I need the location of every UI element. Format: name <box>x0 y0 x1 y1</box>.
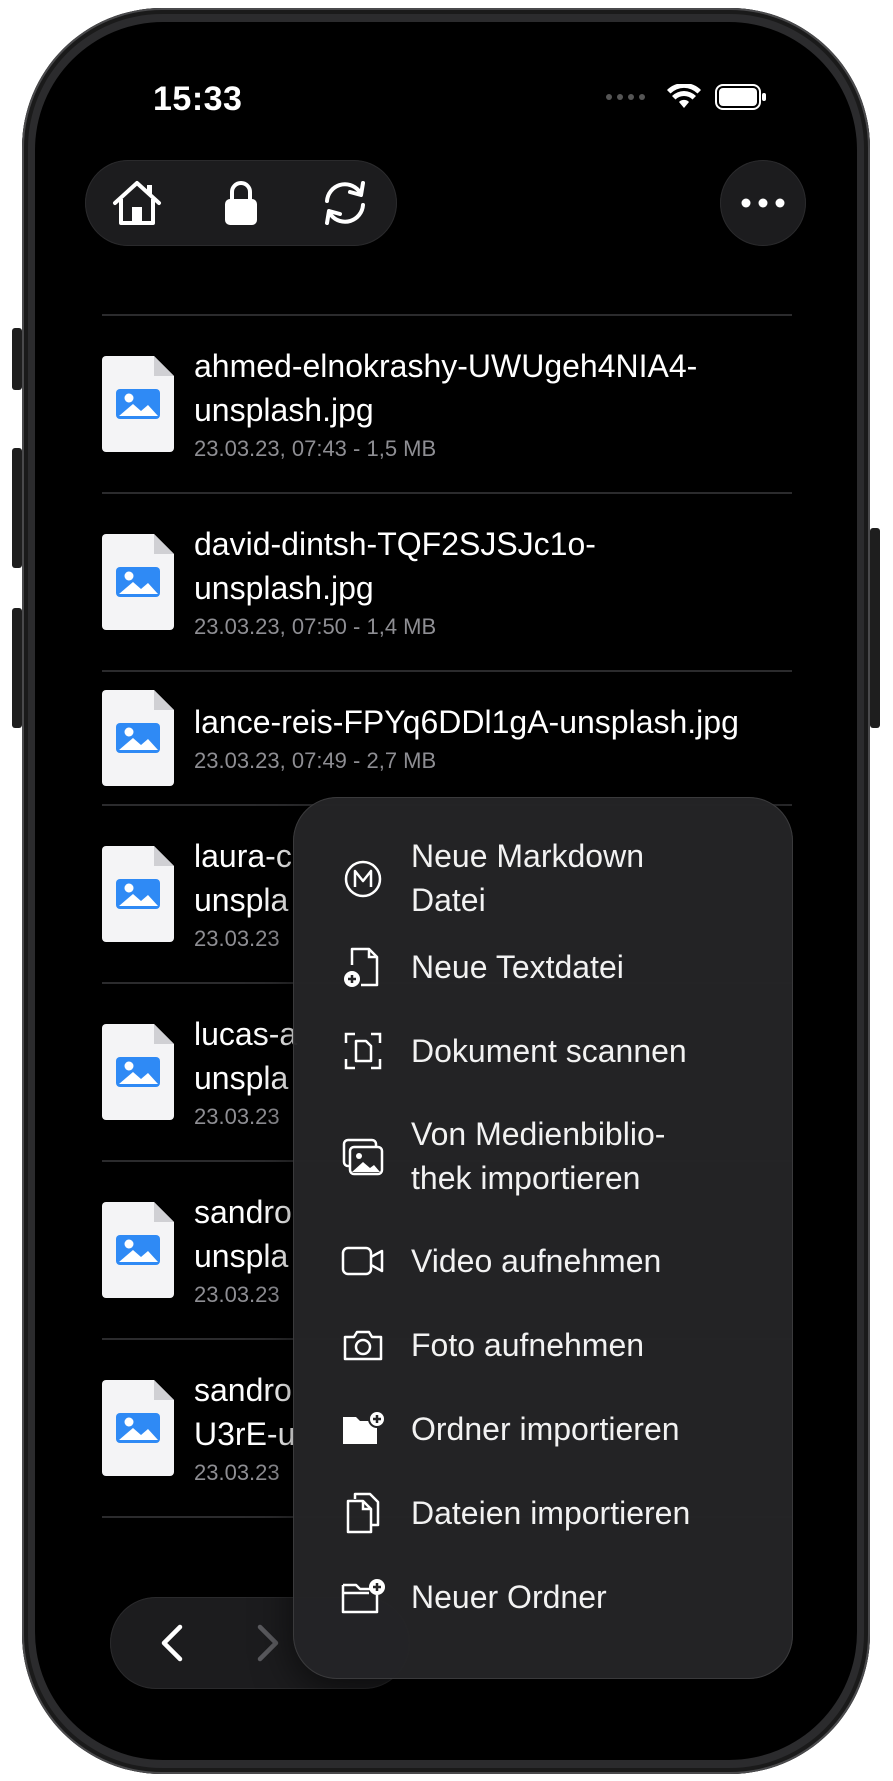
image-file-icon <box>102 690 174 786</box>
power-button <box>870 528 880 728</box>
menu-label: Video aufnehmen <box>411 1243 662 1279</box>
photos-icon <box>341 1135 385 1179</box>
home-icon <box>113 181 161 225</box>
menu-item-media-library[interactable]: Von Medienbiblio- thek importieren <box>293 1107 793 1207</box>
cellular-icon <box>606 94 645 100</box>
battery-icon <box>715 84 766 110</box>
chevron-right-icon <box>257 1624 279 1662</box>
video-icon <box>341 1239 385 1283</box>
file-name: unsplash.jpg <box>194 570 374 606</box>
new-folder-icon <box>341 1575 385 1619</box>
markdown-icon <box>341 857 385 901</box>
menu-label: Von Medienbiblio- <box>411 1116 666 1152</box>
file-meta: 23.03.23, 07:43 - 1,5 MB <box>194 436 437 461</box>
menu-label: Neuer Ordner <box>411 1579 607 1615</box>
mute-switch <box>12 328 22 390</box>
lock-button[interactable] <box>206 168 276 238</box>
wifi-icon <box>667 84 701 108</box>
menu-label: Datei <box>411 882 486 918</box>
screen: 15:33 ahmed-elnokrashy-UWUgeh4NIA4- unsp… <box>35 22 857 1760</box>
menu-label: Neue Textdatei <box>411 949 624 985</box>
chevron-left-icon <box>161 1624 183 1662</box>
menu-label: Foto aufnehmen <box>411 1327 645 1363</box>
sync-button[interactable] <box>310 168 380 238</box>
volume-up-button <box>12 448 22 568</box>
image-file-icon <box>102 534 174 630</box>
menu-item-scan-document[interactable]: Dokument scannen <box>293 1023 793 1079</box>
folder-import-icon <box>341 1407 385 1451</box>
file-name: unsplash.jpg <box>194 392 374 428</box>
file-row[interactable]: david-dintsh-TQF2SJSJc1o- unsplash.jpg 2… <box>102 494 792 670</box>
menu-item-new-markdown[interactable]: Neue Markdown Datei <box>293 829 793 929</box>
files-icon <box>341 1491 385 1535</box>
file-name: ahmed-elnokrashy-UWUgeh4NIA4- <box>194 348 698 384</box>
context-menu: Neue Markdown Datei Neue Textdatei Dokum… <box>293 797 793 1679</box>
image-file-icon <box>102 1380 174 1476</box>
image-file-icon <box>102 1202 174 1298</box>
back-button[interactable] <box>142 1613 202 1673</box>
menu-item-new-textfile[interactable]: Neue Textdatei <box>293 939 793 995</box>
menu-item-take-photo[interactable]: Foto aufnehmen <box>293 1317 793 1373</box>
image-file-icon <box>102 846 174 942</box>
volume-down-button <box>12 608 22 728</box>
file-row[interactable]: ahmed-elnokrashy-UWUgeh4NIA4- unsplash.j… <box>102 316 792 492</box>
sync-icon <box>325 181 365 225</box>
file-name: david-dintsh-TQF2SJSJc1o- <box>194 526 596 562</box>
image-file-icon <box>102 356 174 452</box>
menu-item-new-folder[interactable]: Neuer Ordner <box>293 1569 793 1625</box>
menu-label: thek importieren <box>411 1160 641 1196</box>
home-button[interactable] <box>102 168 172 238</box>
menu-label: Ordner importieren <box>411 1411 680 1447</box>
more-button[interactable] <box>720 160 806 246</box>
scan-icon <box>341 1029 385 1073</box>
forward-button[interactable] <box>238 1613 298 1673</box>
menu-label: Dokument scannen <box>411 1033 687 1069</box>
menu-item-import-folder[interactable]: Ordner importieren <box>293 1401 793 1457</box>
file-name: lance-reis-FPYq6DDl1gA-unsplash.jpg <box>194 704 739 740</box>
menu-item-record-video[interactable]: Video aufnehmen <box>293 1233 793 1289</box>
file-row[interactable]: lance-reis-FPYq6DDl1gA-unsplash.jpg 23.0… <box>102 672 792 804</box>
image-file-icon <box>102 1024 174 1120</box>
file-meta: 23.03.23, 07:49 - 2,7 MB <box>194 748 437 773</box>
lock-icon <box>225 181 257 225</box>
status-time: 15:33 <box>153 80 243 118</box>
menu-label: Neue Markdown <box>411 838 644 874</box>
file-meta: 23.03.23, 07:50 - 1,4 MB <box>194 614 437 639</box>
menu-label: Dateien importieren <box>411 1495 691 1531</box>
toolbar <box>85 160 397 246</box>
ellipsis-icon <box>741 198 785 208</box>
camera-icon <box>341 1323 385 1367</box>
status-icons <box>606 84 767 110</box>
new-doc-icon <box>341 945 385 989</box>
menu-item-import-files[interactable]: Dateien importieren <box>293 1485 793 1541</box>
